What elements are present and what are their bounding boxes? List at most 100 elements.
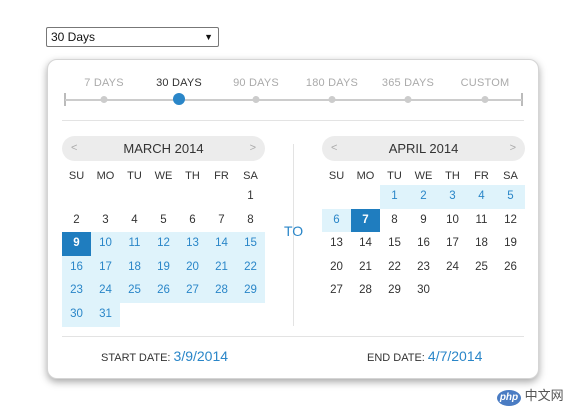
day-cell[interactable]: 20 bbox=[322, 256, 351, 280]
divider-top bbox=[62, 120, 524, 121]
day-cell[interactable]: 1 bbox=[380, 185, 409, 209]
preset-label[interactable]: CUSTOM bbox=[461, 77, 510, 89]
day-cell[interactable]: 16 bbox=[409, 232, 438, 256]
empty-day-cell bbox=[322, 185, 351, 209]
dropdown-arrow-icon: ▼ bbox=[204, 32, 213, 42]
weekday-row: SU MO TU WE TH FR SA bbox=[62, 167, 265, 185]
day-cell[interactable]: 11 bbox=[467, 209, 496, 233]
day-cell[interactable]: 6 bbox=[178, 209, 207, 233]
day-cell[interactable]: 8 bbox=[380, 209, 409, 233]
day-cell[interactable]: 28 bbox=[351, 279, 380, 303]
day-cell[interactable]: 2 bbox=[62, 209, 91, 233]
selected-day-cell[interactable]: 7 bbox=[351, 208, 380, 233]
day-cell[interactable]: 17 bbox=[438, 232, 467, 256]
week-row: 2345678 bbox=[62, 209, 265, 233]
day-cell[interactable]: 12 bbox=[496, 209, 525, 233]
day-cell[interactable]: 27 bbox=[178, 279, 207, 303]
empty-day-cell bbox=[438, 279, 467, 303]
day-cell[interactable]: 28 bbox=[207, 279, 236, 303]
day-cell[interactable]: 16 bbox=[62, 255, 91, 280]
day-cell[interactable]: 23 bbox=[62, 279, 91, 303]
day-cell[interactable]: 18 bbox=[120, 255, 149, 280]
day-cell[interactable]: 19 bbox=[496, 232, 525, 256]
day-cell[interactable]: 30 bbox=[409, 279, 438, 303]
day-cell[interactable]: 30 bbox=[62, 302, 91, 327]
preset-label[interactable]: 180 DAYS bbox=[306, 77, 358, 89]
preset-label[interactable]: 7 DAYS bbox=[84, 77, 124, 89]
day-cell[interactable]: 5 bbox=[496, 185, 525, 209]
day-cell[interactable]: 14 bbox=[207, 232, 236, 256]
preset-tick[interactable] bbox=[100, 96, 108, 103]
day-cell[interactable]: 5 bbox=[149, 209, 178, 233]
day-cell[interactable]: 10 bbox=[91, 232, 120, 256]
week-row: 30 31 bbox=[62, 302, 265, 327]
preset-label[interactable]: 30 DAYS bbox=[156, 77, 202, 89]
week-row: 27 28 29 30 bbox=[322, 279, 525, 303]
day-cell[interactable]: 1 bbox=[236, 185, 265, 209]
preset-tick[interactable] bbox=[328, 96, 336, 103]
day-cell[interactable]: 29 bbox=[236, 279, 265, 303]
day-cell[interactable]: 3 bbox=[438, 185, 467, 209]
prev-month-icon[interactable]: < bbox=[71, 136, 77, 161]
day-cell[interactable]: 11 bbox=[120, 232, 149, 256]
day-cell[interactable]: 26 bbox=[496, 256, 525, 280]
day-cell[interactable]: 23 bbox=[409, 256, 438, 280]
day-cell[interactable]: 12 bbox=[149, 232, 178, 256]
day-cell[interactable]: 24 bbox=[91, 279, 120, 303]
weekday-label: TU bbox=[127, 170, 142, 182]
end-date-label: END DATE: bbox=[367, 352, 425, 364]
day-cell[interactable]: 15 bbox=[236, 232, 265, 256]
day-cell[interactable]: 13 bbox=[178, 232, 207, 256]
preset-label[interactable]: 90 DAYS bbox=[233, 77, 279, 89]
day-cell[interactable]: 25 bbox=[120, 279, 149, 303]
day-cell[interactable]: 7 bbox=[207, 209, 236, 233]
day-cell[interactable]: 10 bbox=[438, 209, 467, 233]
calendar-march: < MARCH 2014 > SU MO TU WE TH FR SA 1 2 3 4 5 6 7 8 9 10 11 1… bbox=[62, 136, 265, 327]
day-cell[interactable]: 21 bbox=[207, 255, 236, 280]
slider-track[interactable] bbox=[65, 99, 522, 101]
day-cell[interactable]: 19 bbox=[149, 255, 178, 280]
day-cell[interactable]: 31 bbox=[91, 302, 120, 327]
preset-tick[interactable] bbox=[404, 96, 412, 103]
day-cell[interactable]: 14 bbox=[351, 232, 380, 256]
day-cell[interactable]: 27 bbox=[322, 279, 351, 303]
day-cell[interactable]: 9 bbox=[409, 209, 438, 233]
start-date: START DATE: 3/9/2014 bbox=[101, 348, 228, 364]
week-row: 12345 bbox=[322, 185, 525, 209]
day-cell[interactable]: 15 bbox=[380, 232, 409, 256]
start-date-label: START DATE: bbox=[101, 352, 171, 364]
day-cell[interactable]: 6 bbox=[322, 208, 351, 233]
selected-day-cell[interactable]: 9 bbox=[62, 232, 91, 256]
preset-tick[interactable] bbox=[252, 96, 260, 103]
next-month-icon[interactable]: > bbox=[250, 136, 256, 161]
day-cell[interactable]: 22 bbox=[380, 256, 409, 280]
day-cell[interactable]: 24 bbox=[438, 256, 467, 280]
day-cell[interactable]: 18 bbox=[467, 232, 496, 256]
watermark: php 中文网 bbox=[497, 385, 564, 406]
day-cell[interactable]: 4 bbox=[120, 209, 149, 233]
empty-day-cell bbox=[351, 185, 380, 209]
empty-day-cell bbox=[178, 303, 207, 327]
preset-tick[interactable] bbox=[481, 96, 489, 103]
day-cell[interactable]: 17 bbox=[91, 255, 120, 280]
day-cell[interactable]: 22 bbox=[236, 255, 265, 280]
day-cell[interactable]: 2 bbox=[409, 185, 438, 209]
weekday-label: MO bbox=[356, 170, 375, 182]
weekday-label: SA bbox=[243, 170, 258, 182]
day-cell[interactable]: 3 bbox=[91, 209, 120, 233]
next-month-icon[interactable]: > bbox=[510, 136, 516, 161]
day-cell[interactable]: 13 bbox=[322, 232, 351, 256]
range-select[interactable]: 30 Days ▼ bbox=[46, 27, 219, 47]
to-label: TO bbox=[284, 223, 304, 239]
divider-bottom bbox=[62, 336, 524, 337]
day-cell[interactable]: 29 bbox=[380, 279, 409, 303]
preset-label[interactable]: 365 DAYS bbox=[382, 77, 434, 89]
slider-handle[interactable] bbox=[173, 93, 185, 105]
day-cell[interactable]: 25 bbox=[467, 256, 496, 280]
prev-month-icon[interactable]: < bbox=[331, 136, 337, 161]
day-cell[interactable]: 26 bbox=[149, 279, 178, 303]
day-cell[interactable]: 20 bbox=[178, 255, 207, 280]
day-cell[interactable]: 21 bbox=[351, 256, 380, 280]
day-cell[interactable]: 8 bbox=[236, 209, 265, 233]
day-cell[interactable]: 4 bbox=[467, 185, 496, 209]
